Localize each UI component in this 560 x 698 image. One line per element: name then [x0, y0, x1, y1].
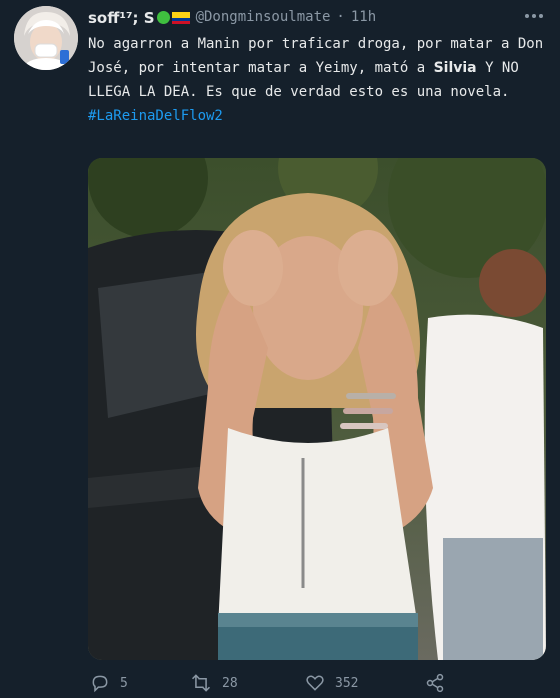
user-handle[interactable]: @Dongminsoulmate	[196, 9, 331, 25]
reply-icon	[92, 675, 108, 693]
display-name-text[interactable]: soff¹⁷; S	[88, 9, 155, 27]
like-count: 352	[335, 675, 359, 691]
like-button[interactable]: 352	[305, 673, 425, 693]
action-bar: 5 28 352	[88, 670, 550, 696]
reply-button[interactable]: 5	[90, 673, 190, 693]
tweet-media-image[interactable]	[88, 158, 546, 660]
heart-icon	[306, 675, 324, 691]
tweet-text-bold: Silvia	[433, 60, 477, 76]
retweet-count: 28	[222, 675, 238, 691]
tweet[interactable]: soff¹⁷; S @Dongminsoulmate · 11h No agar…	[0, 0, 560, 698]
colombia-flag-emoji	[171, 11, 190, 24]
avatar[interactable]	[14, 6, 78, 70]
green-circle-emoji	[156, 10, 170, 24]
share-icon	[426, 673, 444, 693]
tweet-text: No agarron a Manin por traficar droga, p…	[88, 32, 550, 128]
retweet-icon	[191, 674, 211, 692]
more-dots-icon	[525, 14, 543, 18]
display-name[interactable]: soff¹⁷; S	[88, 8, 190, 27]
share-button[interactable]	[425, 673, 445, 693]
timestamp[interactable]: 11h	[351, 9, 376, 25]
retweet-button[interactable]: 28	[190, 673, 305, 693]
tweet-header: soff¹⁷; S @Dongminsoulmate · 11h	[88, 6, 516, 28]
more-options-button[interactable]	[520, 4, 548, 28]
separator-dot: ·	[336, 9, 345, 25]
media-scene	[88, 158, 546, 660]
hashtag-link[interactable]: #LaReinaDelFlow2	[88, 108, 223, 124]
avatar-image	[14, 6, 78, 70]
reply-count: 5	[120, 675, 128, 691]
